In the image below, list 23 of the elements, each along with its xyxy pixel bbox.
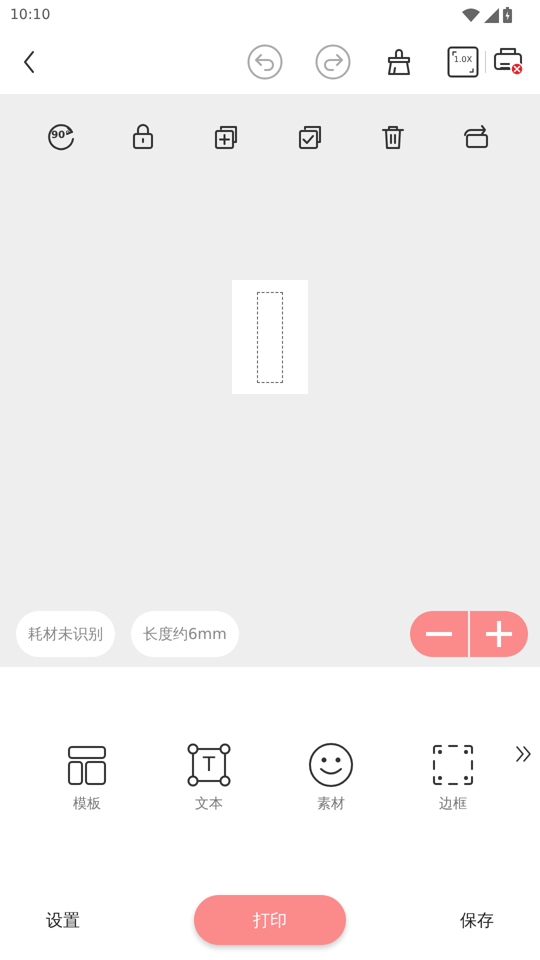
text-box-icon	[185, 741, 233, 789]
settings-button[interactable]: 设置	[30, 902, 96, 938]
tool-button[interactable]: 模板	[26, 741, 148, 813]
minus-icon	[426, 632, 452, 636]
smiley-icon	[307, 741, 355, 789]
print-button[interactable]: 打印	[194, 895, 346, 945]
battery-icon	[503, 7, 512, 23]
text-box-letter: T	[202, 752, 216, 776]
plus-icon	[486, 621, 512, 647]
tool-button[interactable]: 素材	[270, 741, 392, 813]
status-time: 10:10	[10, 7, 50, 23]
tool-button[interactable]: 边框	[392, 741, 514, 813]
tool-button[interactable]: T 文本	[148, 741, 270, 813]
rotate-angle: 90°	[50, 130, 72, 141]
signal-icon	[484, 8, 499, 22]
info-chip: 长度约6mm	[131, 611, 239, 657]
wifi-icon	[462, 8, 480, 22]
zoom-frame-icon[interactable]	[447, 46, 479, 78]
info-chip: 耗材未识别	[16, 611, 115, 657]
rotate-icon[interactable]	[46, 122, 76, 152]
save-button[interactable]: 保存	[444, 902, 510, 938]
text-placeholder-frame[interactable]	[257, 292, 283, 382]
zoom-level: 1.0X	[452, 55, 474, 64]
